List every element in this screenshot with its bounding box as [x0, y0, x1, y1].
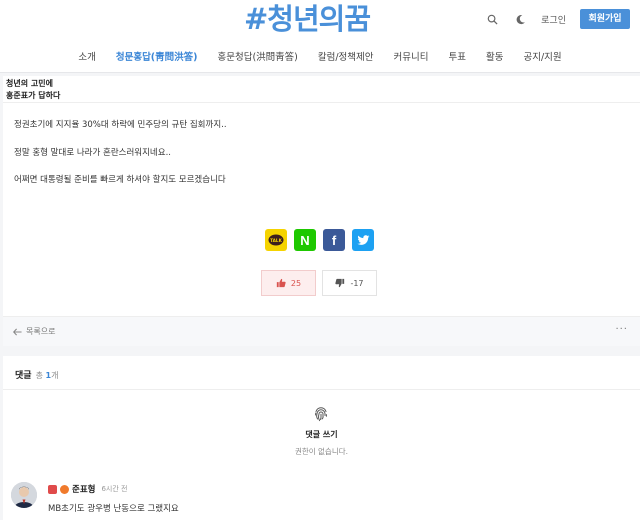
- thumbs-down-icon: [335, 278, 345, 288]
- downvote-button[interactable]: -17: [322, 270, 377, 296]
- more-options-button[interactable]: ···: [615, 324, 628, 335]
- arrow-left-icon: [13, 327, 22, 336]
- write-comment-label[interactable]: 댓글 쓰기: [3, 429, 640, 440]
- post-footer: 목록으로 ···: [3, 316, 640, 346]
- nav-item[interactable]: 커뮤니티: [384, 48, 439, 68]
- nav-item[interactable]: 공지/지원: [513, 48, 571, 68]
- header-actions: 로그인 회원가입: [485, 9, 630, 29]
- nav-item[interactable]: 소개: [68, 48, 105, 68]
- post-paragraph: 어쩌면 대통령될 준비를 빠르게 하셔야 할지도 모르겠습니다: [14, 175, 226, 185]
- login-link[interactable]: 로그인: [541, 13, 566, 26]
- header-divider: [0, 72, 640, 73]
- no-permission-text: 권한이 없습니다.: [294, 447, 349, 456]
- comment-author[interactable]: 준표형: [72, 483, 95, 495]
- main-nav: 소개 청문홍답(靑問洪答) 홍문청답(洪問靑答) 칼럼/정책제안 커뮤니티 투표 활동 공지/…: [0, 48, 640, 68]
- nav-item[interactable]: 투표: [439, 48, 476, 68]
- member-badge-icon: [60, 484, 69, 494]
- share-buttons: TALK N f: [265, 229, 374, 251]
- post-title-line: 청년의 고민에: [6, 79, 53, 88]
- post-title-line: 홍준표가 답하다: [6, 91, 61, 100]
- site-header: #청년의꿈 로그인 회원가입 소개 청문홍답(靑問洪答) 홍문청답(洪問靑答) 칼럼/…: [0, 0, 640, 72]
- kakao-label: TALK: [270, 238, 282, 243]
- kakaotalk-icon[interactable]: TALK: [265, 229, 287, 251]
- naver-icon[interactable]: N: [294, 229, 316, 251]
- post-divider: [3, 102, 640, 103]
- thumbs-up-icon: [276, 278, 286, 288]
- comment-meta: 준표형 6시간 전: [48, 483, 127, 495]
- comment-time: 6시간 전: [101, 485, 128, 493]
- fingerprint-icon: [314, 406, 328, 422]
- avatar: [11, 482, 37, 508]
- comments-title: 댓글: [15, 371, 32, 381]
- search-icon[interactable]: [485, 12, 499, 26]
- comments-heading: 댓글 총 1개: [15, 368, 58, 381]
- twitter-icon[interactable]: [352, 229, 374, 251]
- upvote-count: 25: [290, 278, 302, 288]
- nav-item[interactable]: 칼럼/정책제안: [308, 48, 384, 68]
- comments-total-label: 총: [35, 371, 43, 380]
- level-badge-icon: [48, 484, 57, 494]
- upvote-button[interactable]: 25: [261, 270, 316, 296]
- post-title: 청년의 고민에 홍준표가 답하다: [6, 78, 60, 102]
- moon-icon[interactable]: [513, 12, 527, 26]
- nav-item[interactable]: 홍문청답(洪問靑答): [208, 48, 308, 68]
- facebook-icon[interactable]: f: [323, 229, 345, 251]
- post-card: 청년의 고민에 홍준표가 답하다 정권초기에 지지율 30%대 하락에 민주당의…: [3, 76, 640, 346]
- comment-text: MB초기도 광우병 난동으로 그랬지요: [48, 504, 179, 514]
- nav-item[interactable]: 활동: [476, 48, 513, 68]
- site-logo[interactable]: #청년의꿈: [244, 2, 371, 36]
- comments-section: 댓글 총 1개 댓글 쓰기 권한이 없습니다. 준표형 6시간 전 MB초기도 …: [3, 356, 640, 520]
- comments-count-suffix: 개: [51, 371, 59, 380]
- nav-item[interactable]: 청문홍답(靑問洪答): [106, 48, 208, 68]
- post-paragraph: 정말 홍형 말대로 나라가 혼란스러워지네요..: [14, 148, 171, 158]
- downvote-count: -17: [350, 278, 364, 288]
- comments-divider: [3, 389, 640, 390]
- signup-button[interactable]: 회원가입: [580, 9, 630, 29]
- comments-total: 총 1개: [36, 371, 59, 380]
- post-paragraph: 정권초기에 지지율 30%대 하락에 민주당의 규탄 집회까지..: [14, 120, 227, 130]
- back-to-list-label: 목록으로: [26, 327, 56, 336]
- back-to-list-link[interactable]: 목록으로: [13, 326, 55, 337]
